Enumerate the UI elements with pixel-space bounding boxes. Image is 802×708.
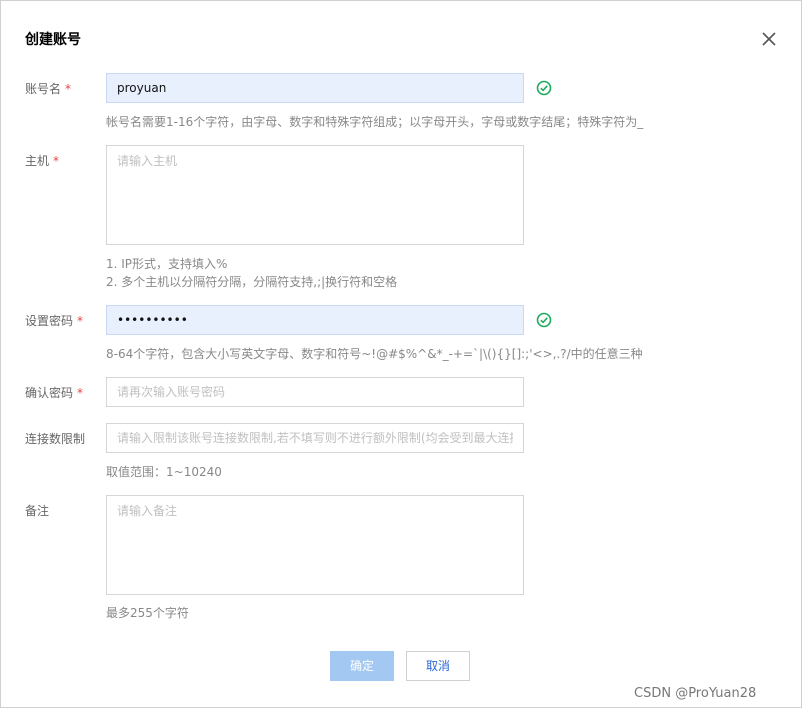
- host-hint-ip: 1. IP形式，支持填入%: [106, 257, 228, 271]
- password-hint: 8-64个字符，包含大小写英文字母、数字和符号~!@#$%^&*_-+=`|\(…: [106, 347, 643, 361]
- confirm-password-label: 确认密码 *: [25, 386, 84, 400]
- remarks-hint: 最多255个字符: [106, 606, 189, 620]
- watermark: CSDN @ProYuan28: [634, 686, 757, 701]
- password-input[interactable]: [106, 305, 524, 335]
- host-label: 主机 *: [25, 154, 60, 168]
- create-account-dialog: 创建账号 账号名* 帐号名需要1-16个字符，由字母、数字和特殊字符组成；以字母…: [0, 0, 802, 708]
- account-name-hint: 帐号名需要1-16个字符，由字母、数字和特殊字符组成；以字母开头，字母或数字结尾…: [106, 115, 644, 129]
- host-hint-separator: 2. 多个主机以分隔符分隔，分隔符支持,;|换行符和空格: [106, 275, 398, 289]
- remarks-label: 备注: [25, 504, 50, 518]
- close-icon[interactable]: [760, 30, 778, 48]
- check-circle-icon: [536, 312, 552, 328]
- required-mark: *: [77, 314, 84, 328]
- remarks-textarea[interactable]: [106, 495, 524, 595]
- cancel-button[interactable]: 取消: [406, 651, 470, 681]
- account-name-input[interactable]: [106, 73, 524, 103]
- confirm-password-input[interactable]: [106, 377, 524, 407]
- check-circle-icon: [536, 80, 552, 96]
- required-mark: *: [77, 386, 84, 400]
- dialog-title: 创建账号: [25, 32, 81, 48]
- required-mark: *: [53, 154, 60, 168]
- connection-limit-input[interactable]: [106, 423, 524, 453]
- required-mark: *: [65, 82, 72, 96]
- confirm-button[interactable]: 确定: [330, 651, 394, 681]
- password-label: 设置密码 *: [25, 314, 84, 328]
- connection-limit-label: 连接数限制: [25, 432, 86, 446]
- connection-limit-hint: 取值范围：1~10240: [106, 465, 222, 479]
- account-name-label: 账号名 *: [25, 82, 72, 96]
- host-textarea[interactable]: [106, 145, 524, 245]
